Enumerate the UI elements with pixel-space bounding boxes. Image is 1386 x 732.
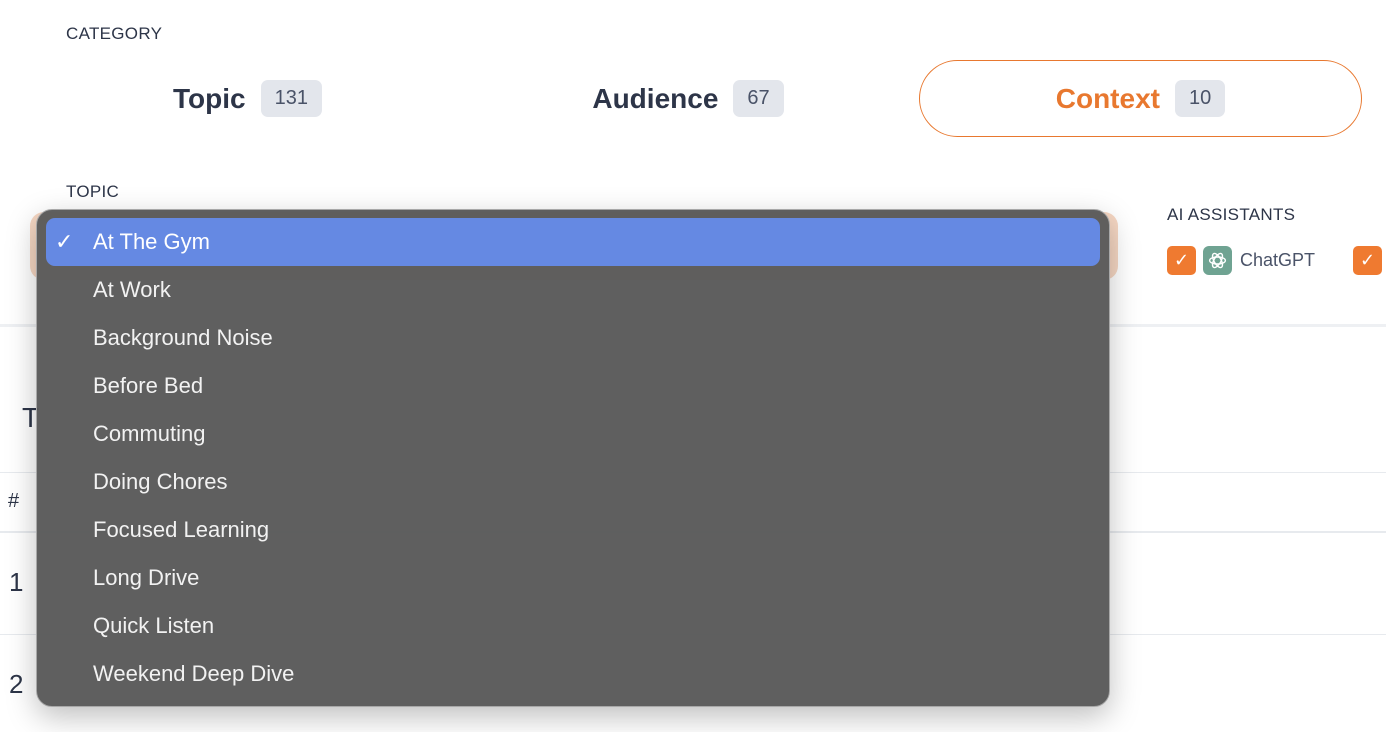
- dropdown-option-background-noise[interactable]: Background Noise: [46, 314, 1100, 362]
- topic-label: TOPIC: [66, 182, 120, 201]
- option-label: Background Noise: [93, 325, 273, 350]
- option-label: Long Drive: [93, 565, 200, 590]
- category-label: CATEGORY: [66, 24, 163, 43]
- assistant-checkbox[interactable]: ✓: [1353, 246, 1382, 275]
- rank-column-header: #: [8, 490, 20, 512]
- option-label: Doing Chores: [93, 469, 228, 494]
- option-label: Quick Listen: [93, 613, 215, 638]
- dropdown-option-commuting[interactable]: Commuting: [46, 410, 1100, 458]
- dropdown-option-focused-learning[interactable]: Focused Learning: [46, 506, 1100, 554]
- option-label: Weekend Deep Dive: [93, 661, 295, 686]
- option-label: Before Bed: [93, 373, 204, 398]
- chatgpt-logo-icon: [1203, 246, 1232, 275]
- dropdown-option-doing-chores[interactable]: Doing Chores: [46, 458, 1100, 506]
- tab-context[interactable]: Context 10: [919, 60, 1362, 137]
- tab-topic-count: 131: [260, 80, 322, 117]
- table-row-rank: 1: [9, 567, 24, 597]
- option-label: Commuting: [93, 421, 206, 446]
- tab-context-count: 10: [1174, 80, 1226, 117]
- tab-topic-label: Topic: [173, 82, 246, 114]
- dropdown-option-before-bed[interactable]: Before Bed: [46, 362, 1100, 410]
- dropdown-option-long-drive[interactable]: Long Drive: [46, 554, 1100, 602]
- option-label: Focused Learning: [93, 517, 270, 542]
- option-label: At Work: [93, 277, 171, 302]
- checkmark-icon: ✓: [55, 229, 74, 254]
- chatgpt-checkbox[interactable]: ✓: [1167, 246, 1196, 275]
- dropdown-option-quick-listen[interactable]: Quick Listen: [46, 602, 1100, 650]
- checkmark-icon: ✓: [1173, 250, 1190, 270]
- topic-dropdown-menu: ✓ At The Gym At Work Background Noise Be…: [36, 209, 1110, 707]
- chatgpt-label: ChatGPT: [1240, 250, 1316, 270]
- table-row-rank: 2: [9, 669, 24, 699]
- tab-audience-label: Audience: [592, 82, 719, 114]
- ai-assistants-label: AI ASSISTANTS: [1167, 205, 1296, 224]
- dropdown-option-at-work[interactable]: At Work: [46, 266, 1100, 314]
- dropdown-option-weekend-deep-dive[interactable]: Weekend Deep Dive: [46, 650, 1100, 698]
- option-label: At The Gym: [93, 229, 210, 254]
- tab-context-label: Context: [1055, 82, 1160, 114]
- tab-topic[interactable]: Topic 131: [165, 60, 330, 137]
- dropdown-option-at-the-gym[interactable]: ✓ At The Gym: [46, 218, 1100, 266]
- tab-audience-count: 67: [733, 80, 784, 117]
- checkmark-icon: ✓: [1359, 250, 1376, 270]
- tab-audience[interactable]: Audience 67: [585, 60, 791, 137]
